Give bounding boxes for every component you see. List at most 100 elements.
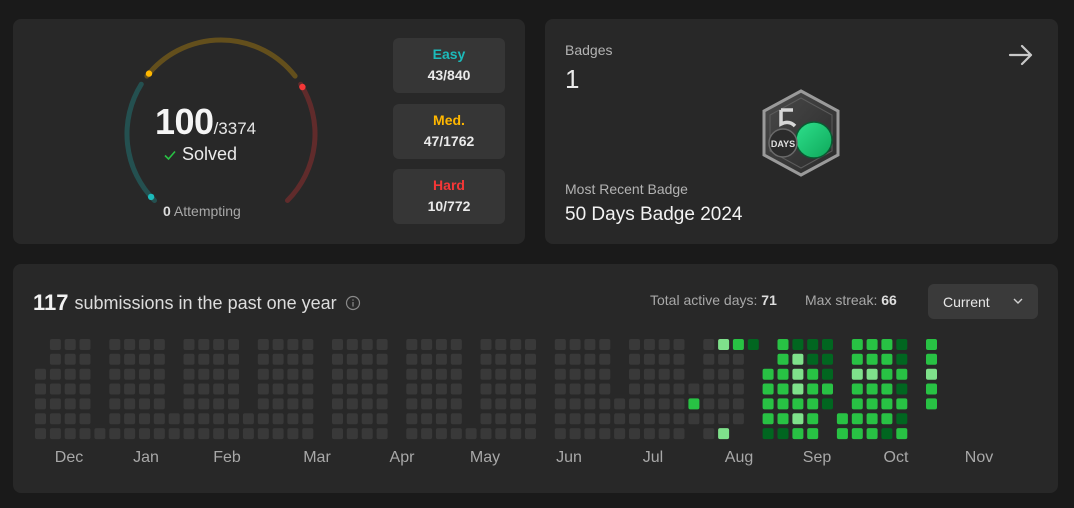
heatmap-cell[interactable] (599, 383, 611, 395)
heatmap-cell[interactable] (866, 413, 878, 425)
heatmap-cell[interactable] (287, 398, 299, 410)
heatmap-cell[interactable] (435, 353, 447, 365)
heatmap-cell[interactable] (153, 353, 165, 365)
heatmap-cell[interactable] (49, 413, 61, 425)
heatmap-cell[interactable] (450, 398, 462, 410)
heatmap-cell[interactable] (629, 413, 640, 425)
heatmap-cell[interactable] (257, 383, 269, 395)
heatmap-cell[interactable] (495, 398, 507, 410)
heatmap-cell[interactable] (287, 383, 299, 395)
heatmap-cell[interactable] (510, 428, 522, 440)
heatmap-cell[interactable] (851, 368, 863, 380)
heatmap-cell[interactable] (480, 413, 492, 425)
heatmap-cell[interactable] (139, 339, 150, 350)
heatmap-cell[interactable] (124, 428, 136, 440)
heatmap-cell[interactable] (64, 413, 76, 425)
heatmap-cell[interactable] (421, 353, 433, 365)
heatmap-cell[interactable] (688, 383, 700, 395)
heatmap-cell[interactable] (109, 368, 121, 380)
heatmap-cell[interactable] (406, 353, 418, 365)
heatmap-cell[interactable] (198, 413, 210, 425)
heatmap-cell[interactable] (629, 428, 640, 440)
heatmap-cell[interactable] (584, 428, 596, 440)
heatmap-cell[interactable] (629, 339, 640, 350)
heatmap-cell[interactable] (242, 428, 254, 440)
heatmap-cell[interactable] (49, 368, 61, 380)
heatmap-cell[interactable] (822, 353, 833, 365)
heatmap-cell[interactable] (629, 353, 640, 365)
heatmap-cell[interactable] (257, 413, 269, 425)
heatmap-cell[interactable] (703, 428, 715, 440)
heatmap-cell[interactable] (332, 428, 343, 440)
heatmap-cell[interactable] (376, 398, 388, 410)
heatmap-cell[interactable] (599, 413, 611, 425)
heatmap-cell[interactable] (376, 428, 388, 440)
heatmap-cell[interactable] (346, 353, 358, 365)
heatmap-cell[interactable] (272, 413, 284, 425)
heatmap-cell[interactable] (599, 398, 611, 410)
heatmap-cell[interactable] (866, 353, 878, 365)
heatmap-cell[interactable] (153, 428, 165, 440)
heatmap-cell[interactable] (673, 353, 685, 365)
heatmap-cell[interactable] (64, 368, 76, 380)
heatmap-cell[interactable] (213, 383, 225, 395)
heatmap-cell[interactable] (688, 398, 700, 410)
heatmap-cell[interactable] (49, 398, 61, 410)
heatmap-cell[interactable] (718, 339, 730, 350)
heatmap-cell[interactable] (807, 339, 819, 350)
heatmap-cell[interactable] (435, 413, 447, 425)
heatmap-cell[interactable] (79, 383, 91, 395)
heatmap-cell[interactable] (302, 368, 314, 380)
heatmap-cell[interactable] (421, 428, 433, 440)
heatmap-cell[interactable] (732, 383, 744, 395)
heatmap-cell[interactable] (435, 383, 447, 395)
heatmap-cell[interactable] (287, 428, 299, 440)
heatmap-cell[interactable] (554, 413, 566, 425)
heatmap-cell[interactable] (510, 353, 522, 365)
heatmap-cell[interactable] (109, 353, 121, 365)
heatmap-cell[interactable] (94, 428, 106, 440)
heatmap-cell[interactable] (49, 428, 61, 440)
heatmap-cell[interactable] (718, 413, 730, 425)
heatmap-cell[interactable] (495, 368, 507, 380)
heatmap-cell[interactable] (584, 398, 596, 410)
heatmap-cell[interactable] (257, 339, 269, 350)
heatmap-cell[interactable] (139, 413, 150, 425)
heatmap-cell[interactable] (584, 413, 596, 425)
heatmap-cell[interactable] (926, 339, 937, 350)
heatmap-cell[interactable] (495, 339, 507, 350)
heatmap-cell[interactable] (673, 413, 685, 425)
heatmap-cell[interactable] (792, 339, 804, 350)
heatmap-cell[interactable] (510, 398, 522, 410)
heatmap-cell[interactable] (718, 368, 730, 380)
heatmap-cell[interactable] (302, 339, 314, 350)
heatmap-cell[interactable] (480, 428, 492, 440)
heatmap-cell[interactable] (807, 413, 819, 425)
heatmap-cell[interactable] (435, 339, 447, 350)
heatmap-cell[interactable] (346, 413, 358, 425)
heatmap-cell[interactable] (272, 383, 284, 395)
heatmap-cell[interactable] (510, 383, 522, 395)
heatmap-cell[interactable] (822, 383, 833, 395)
heatmap-cell[interactable] (153, 413, 165, 425)
heatmap-cell[interactable] (807, 398, 819, 410)
heatmap-cell[interactable] (213, 339, 225, 350)
heatmap-cell[interactable] (302, 383, 314, 395)
heatmap-cell[interactable] (703, 339, 715, 350)
heatmap-cell[interactable] (183, 368, 195, 380)
arrow-right-icon[interactable] (1007, 41, 1035, 69)
heatmap-cell[interactable] (406, 413, 418, 425)
heatmap-cell[interactable] (109, 428, 121, 440)
heatmap-cell[interactable] (658, 413, 670, 425)
heatmap-cell[interactable] (109, 398, 121, 410)
heatmap-cell[interactable] (450, 339, 462, 350)
heatmap-cell[interactable] (421, 398, 433, 410)
heatmap-cell[interactable] (406, 398, 418, 410)
heatmap-cell[interactable] (242, 413, 254, 425)
heatmap-cell[interactable] (480, 339, 492, 350)
heatmap-cell[interactable] (525, 428, 536, 440)
heatmap-cell[interactable] (346, 368, 358, 380)
heatmap-cell[interactable] (139, 398, 150, 410)
heatmap-cell[interactable] (807, 428, 819, 440)
heatmap-cell[interactable] (866, 383, 878, 395)
